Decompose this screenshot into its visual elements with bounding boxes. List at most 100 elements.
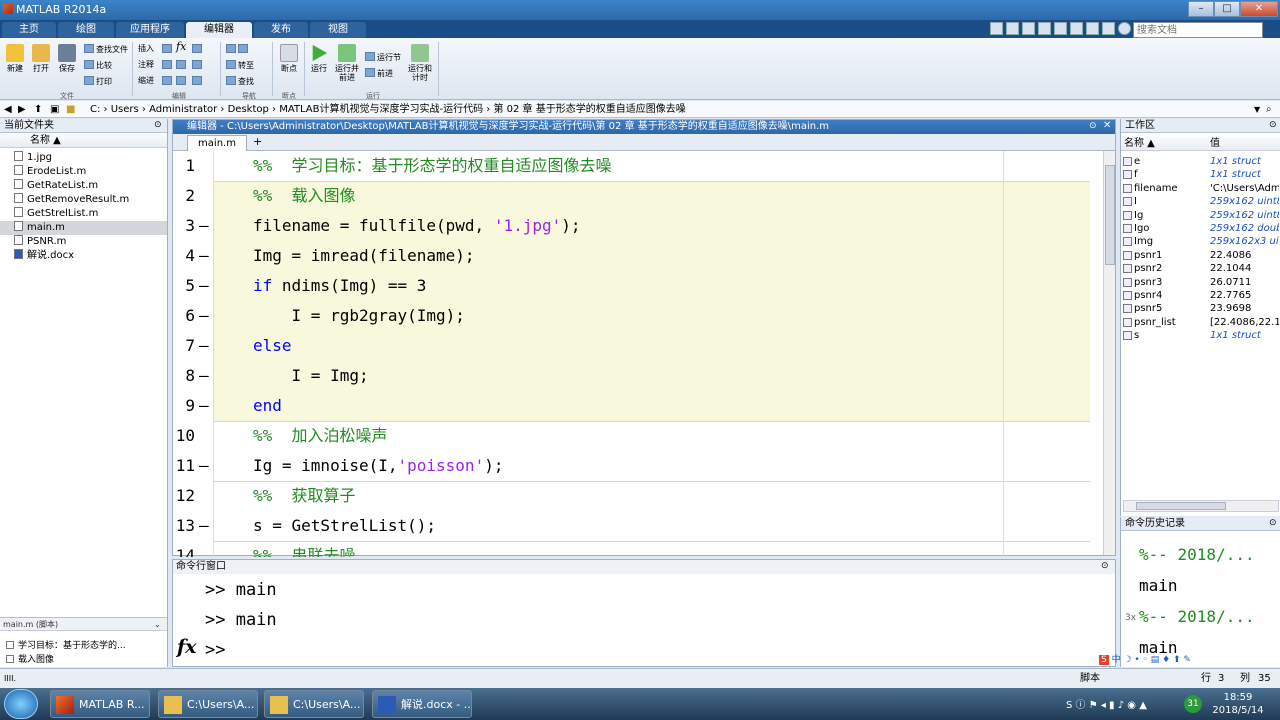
minimize-button[interactable]: – (1188, 1, 1214, 17)
file-item[interactable]: 解说.docx (0, 249, 167, 263)
editor-scrollbar[interactable] (1103, 151, 1115, 555)
history-line[interactable]: %-- 2018/... (1139, 545, 1255, 564)
new-tab-button[interactable]: + (253, 135, 262, 148)
uncomment-icon[interactable] (176, 60, 188, 71)
tab-view[interactable]: 视图 (310, 22, 366, 38)
up-folder-icon[interactable]: ⬆ (34, 101, 42, 118)
code-text[interactable]: %% 串联去噪 (253, 541, 356, 557)
insert-section-icon[interactable] (162, 44, 174, 55)
search-docs-input[interactable] (1133, 22, 1263, 38)
code-line[interactable]: 13— s = GetStrelList(); (173, 511, 1093, 541)
close-button[interactable]: ✕ (1240, 1, 1278, 17)
code-text[interactable]: I = Img; (253, 361, 369, 391)
tray-icons[interactable]: S ⓘ ⚑ ◂ ▮ ♪ ◉ ▲ (1066, 696, 1147, 711)
code-text[interactable]: %% 获取算子 (253, 481, 356, 511)
code-line[interactable]: 10 %% 加入泊松噪声 (173, 421, 1093, 451)
code-text[interactable]: end (253, 391, 282, 421)
breakpoint-dash[interactable]: — (199, 331, 209, 361)
print-button[interactable]: 打印 (84, 76, 112, 87)
search-folder-icon[interactable]: ⌕ (1266, 101, 1272, 118)
run-and-advance-button[interactable]: 运行并前进 (334, 44, 360, 82)
editor-close-icon[interactable]: ✕ (1103, 120, 1111, 131)
ime-toolbar[interactable]: S 中 ☽ • ◦ ▤ ♦ ⬆ ✎ (1099, 653, 1219, 667)
advance-button[interactable]: 前进 (365, 68, 393, 79)
code-line[interactable]: 6— I = rgb2gray(Img); (173, 301, 1093, 331)
workspace-variable-row[interactable]: Img 259x162x3 uin (1121, 235, 1279, 248)
file-item[interactable]: GetRateList.m (0, 179, 167, 193)
workspace-variable-row[interactable]: psnr_list [22.4086,22.10 (1121, 316, 1279, 329)
hist-menu-icon[interactable]: ⊙ (1269, 518, 1277, 528)
ws-column-value[interactable]: 值 (1207, 137, 1280, 151)
taskbar-matlab[interactable]: MATLAB R... (50, 690, 150, 718)
workspace-variable-row[interactable]: f 1x1 struct (1121, 168, 1279, 181)
taskbar-explorer-1[interactable]: C:\Users\A... (158, 690, 258, 718)
code-line[interactable]: 4— Img = imread(filename); (173, 241, 1093, 271)
history-line[interactable]: main (1139, 576, 1178, 595)
code-line[interactable]: 12 %% 获取算子 (173, 481, 1093, 511)
file-item[interactable]: GetRemoveResult.m (0, 193, 167, 207)
save-quick-icon[interactable] (990, 22, 1003, 35)
tray-badge[interactable]: 31 (1184, 695, 1202, 713)
cut-quick-icon[interactable] (1006, 22, 1019, 35)
run-button[interactable]: 运行 (308, 44, 330, 73)
workspace-variable-row[interactable]: Ig 259x162 uint8 (1121, 209, 1279, 222)
code-line[interactable]: 1 %% 学习目标：基于形态学的权重自适应图像去噪 (173, 151, 1093, 181)
maximize-button[interactable]: □ (1214, 1, 1240, 17)
breakpoint-dash[interactable]: — (199, 271, 209, 301)
code-text[interactable]: %% 载入图像 (253, 181, 356, 211)
paste-quick-icon[interactable] (1038, 22, 1051, 35)
help-icon[interactable] (1118, 22, 1131, 35)
open-button[interactable]: 打开 (30, 44, 52, 73)
breakpoint-dash[interactable]: — (199, 451, 209, 481)
column-header-name[interactable]: 名称 ▲ (0, 134, 167, 148)
breakpoints-button[interactable]: 断点 (277, 44, 301, 73)
back-forward-icon[interactable] (226, 44, 250, 55)
tab-home[interactable]: 主页 (2, 22, 56, 38)
breakpoint-dash[interactable]: — (199, 361, 209, 391)
history-line[interactable]: %-- 2018/... (1139, 607, 1255, 626)
save-button[interactable]: 保存 (56, 44, 78, 73)
tab-publish[interactable]: 发布 (254, 22, 308, 38)
workspace-variable-row[interactable]: psnr5 23.9698 (1121, 302, 1279, 315)
file-item[interactable]: ErodeList.m (0, 165, 167, 179)
increase-indent-icon[interactable] (176, 76, 188, 87)
code-text[interactable]: Ig = imnoise(I,'poisson'); (253, 451, 503, 481)
compare-button[interactable]: 比较 (84, 60, 112, 71)
indent-button[interactable]: 缩进 (138, 76, 154, 86)
code-text[interactable]: s = GetStrelList(); (253, 511, 436, 541)
breakpoint-dash[interactable]: — (199, 391, 209, 421)
address-dropdown-icon[interactable]: ▼ (1254, 101, 1260, 118)
taskbar-word[interactable]: 解说.docx - ... (372, 690, 472, 718)
breadcrumb[interactable]: C: › Users › Administrator › Desktop › M… (90, 101, 686, 118)
wrap-comment-icon[interactable] (192, 60, 204, 71)
code-line[interactable]: 5— if ndims(Img) == 3 (173, 271, 1093, 301)
code-text[interactable]: filename = fullfile(pwd, '1.jpg'); (253, 211, 581, 241)
workspace-variable-row[interactable]: psnr3 26.0711 (1121, 276, 1279, 289)
file-item-selected[interactable]: main.m (0, 221, 167, 235)
find-files-button[interactable]: 查找文件 (84, 44, 128, 55)
run-section-button[interactable]: 运行节 (365, 52, 401, 63)
clock[interactable]: 18:59 2018/5/14 (1210, 691, 1266, 717)
workspace-variable-row[interactable]: psnr2 22.1044 (1121, 262, 1279, 275)
tab-main-m[interactable]: main.m (187, 135, 247, 151)
ws-column-name[interactable]: 名称 ▲ (1121, 137, 1207, 151)
details-item[interactable]: 学习目标：基于形态学的... (0, 639, 167, 653)
command-prompt[interactable]: >> (205, 640, 225, 660)
code-text[interactable]: %% 加入泊松噪声 (253, 421, 388, 451)
workspace-variable-row[interactable]: I 259x162 uint8 (1121, 195, 1279, 208)
ws-menu-icon[interactable]: ⊙ (1269, 120, 1277, 130)
panel-menu-icon[interactable]: ⊙ (154, 120, 162, 130)
scrollbar-thumb[interactable] (1105, 165, 1115, 265)
code-text[interactable]: if ndims(Img) == 3 (253, 271, 426, 301)
file-item[interactable]: PSNR.m (0, 235, 167, 249)
fx-function-browser-icon[interactable]: fx (177, 636, 197, 658)
back-arrow-icon[interactable]: ◀ (4, 101, 12, 118)
switch-windows-icon[interactable] (1086, 22, 1099, 35)
file-item[interactable]: 1.jpg (0, 151, 167, 165)
breakpoint-dash[interactable]: — (199, 511, 209, 541)
goto-button[interactable]: 转至 (226, 60, 254, 71)
collapse-details-icon[interactable]: ⌄ (154, 618, 161, 631)
ws-hscrollbar[interactable] (1123, 500, 1279, 512)
undo-quick-icon[interactable] (1054, 22, 1067, 35)
file-details-title[interactable]: main.m (脚本) ⌄ (0, 617, 167, 631)
